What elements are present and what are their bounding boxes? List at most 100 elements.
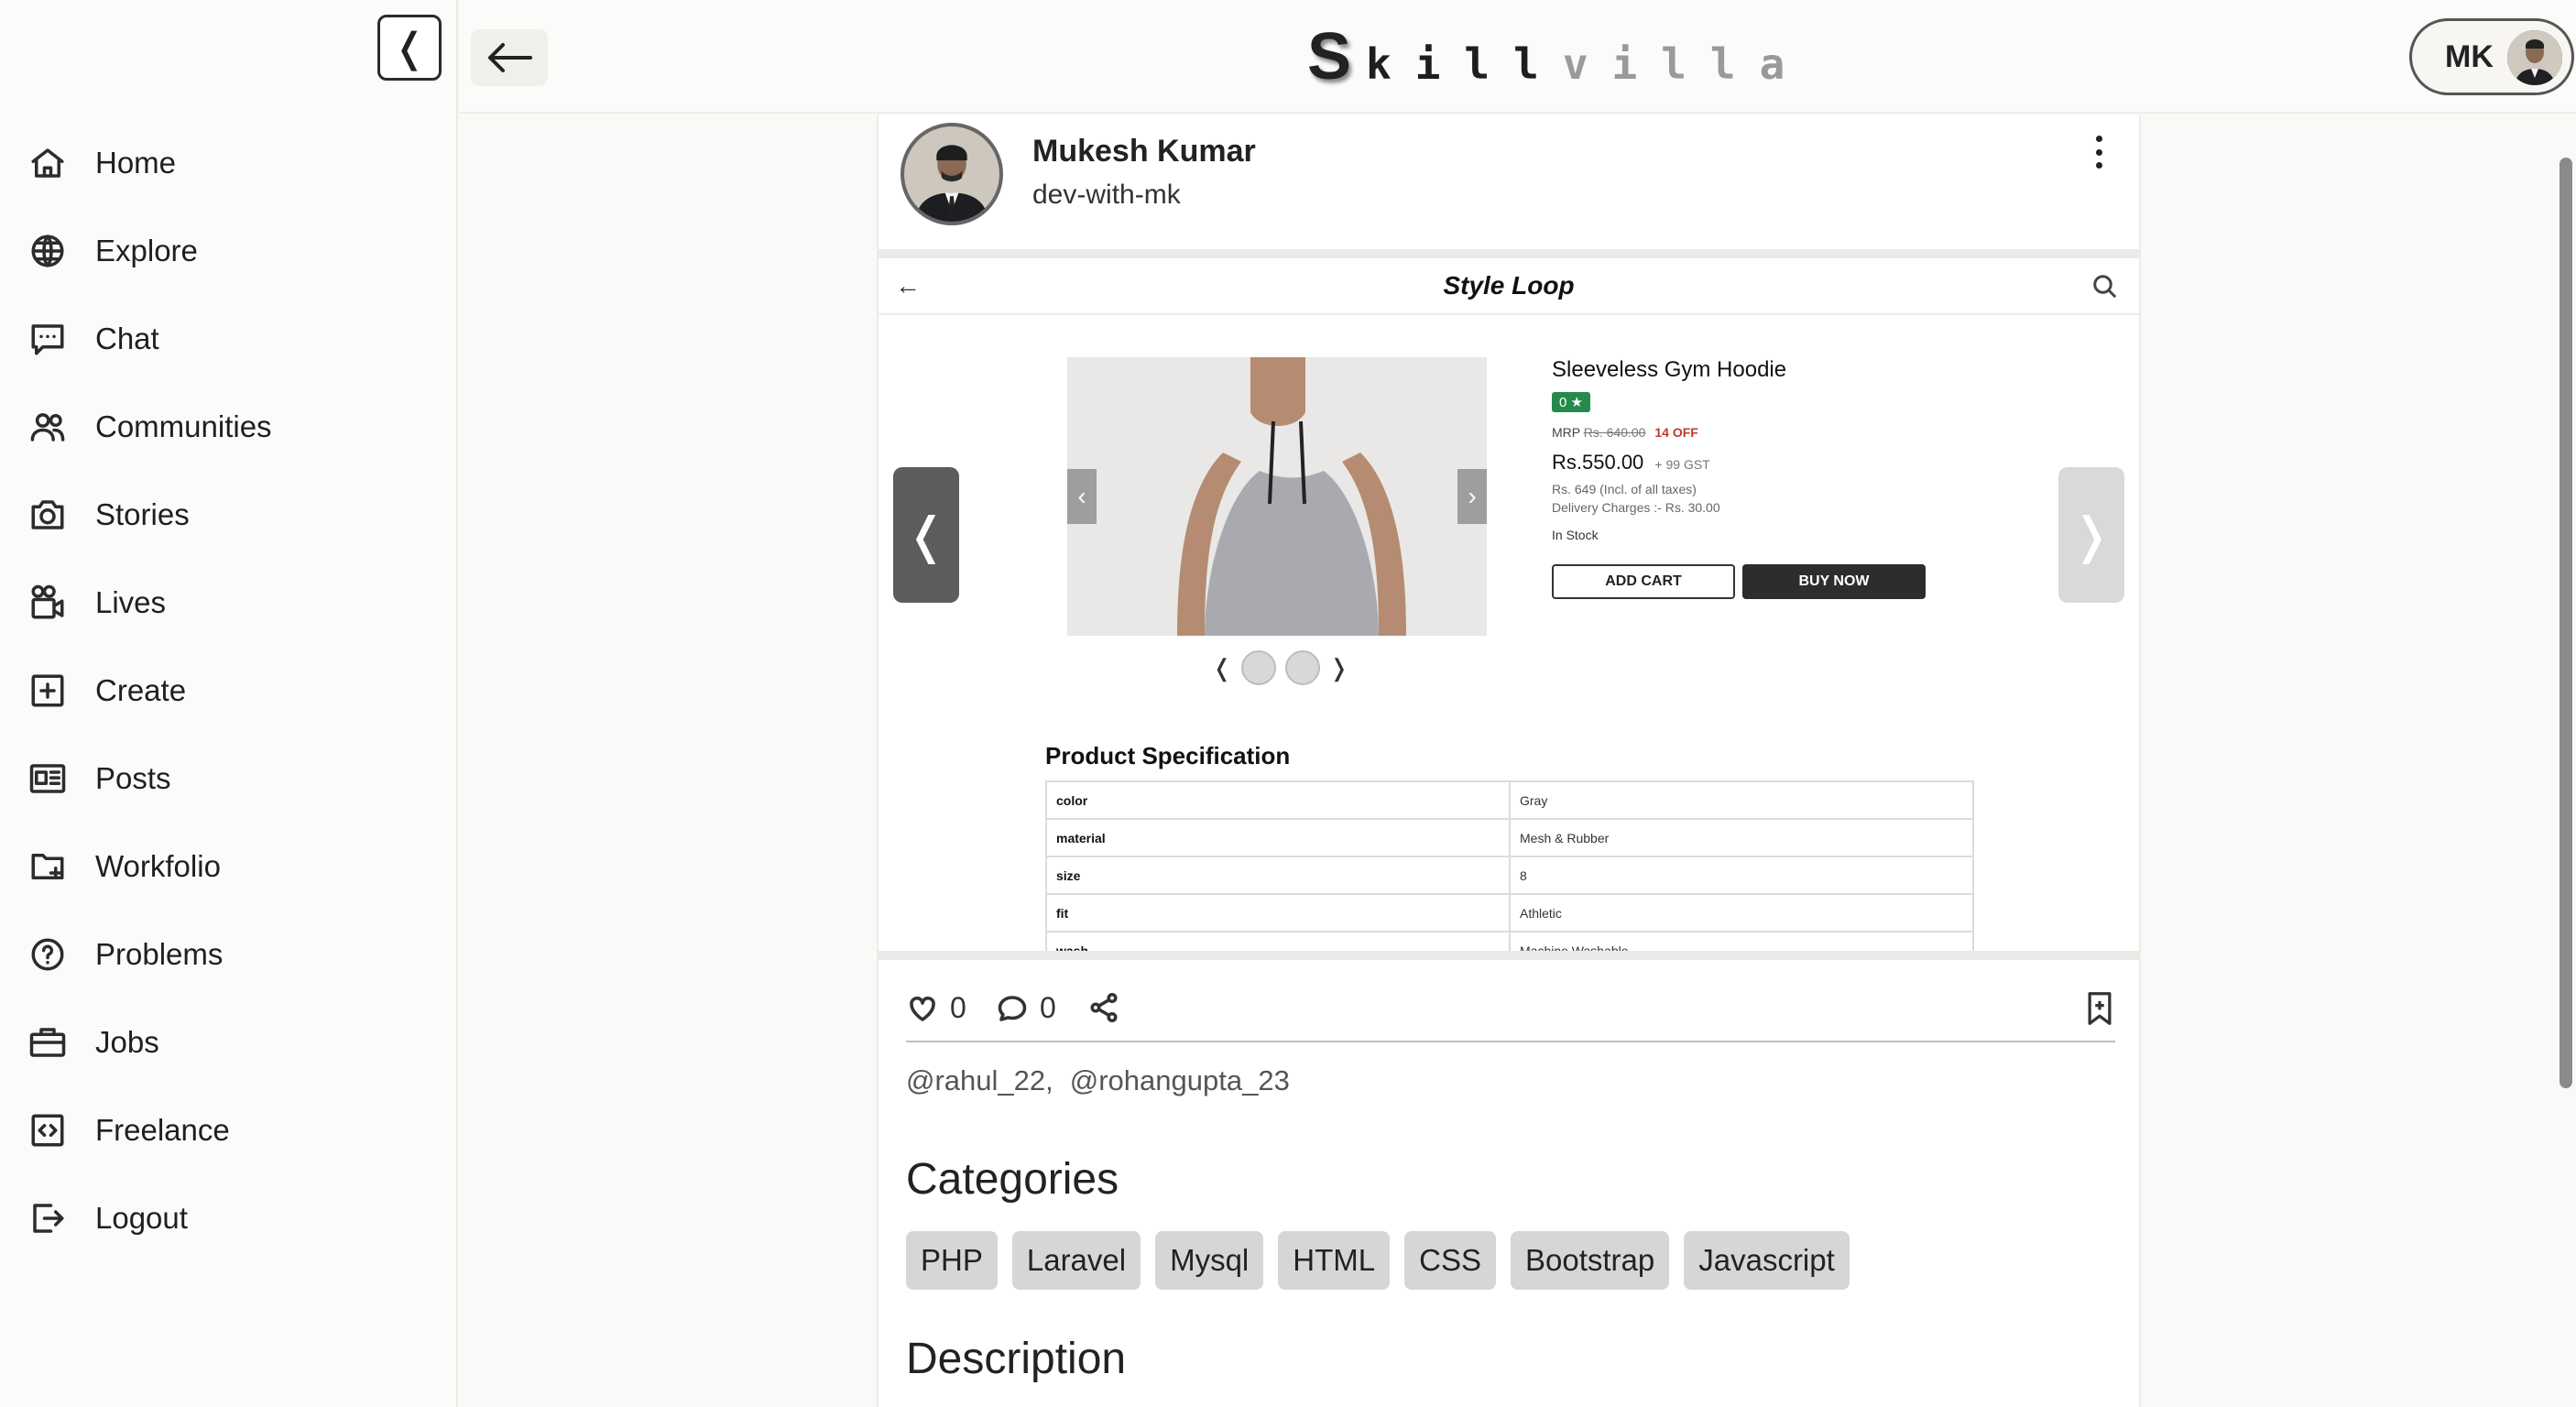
sidebar-item-workfolio[interactable]: Workfolio bbox=[27, 823, 272, 911]
spec-value: Machine Washable bbox=[1509, 931, 1974, 951]
sidebar-item-freelance[interactable]: Freelance bbox=[27, 1086, 272, 1174]
post-card: Mukesh Kumar dev-with-mk ← Style Loop ❬ … bbox=[877, 115, 2141, 1407]
mrp-line: MRP Rs. 640.00 14 OFF bbox=[1552, 425, 1955, 440]
spec-value: 8 bbox=[1509, 856, 1974, 895]
sidebar-item-label: Workfolio bbox=[95, 849, 221, 883]
category-tag[interactable]: CSS bbox=[1404, 1231, 1496, 1290]
globe-icon bbox=[27, 231, 68, 271]
sidebar-item-create[interactable]: Create bbox=[27, 647, 272, 735]
category-tag[interactable]: HTML bbox=[1278, 1231, 1391, 1290]
sidebar-item-logout[interactable]: Logout bbox=[27, 1174, 272, 1262]
like-count: 0 bbox=[950, 991, 966, 1024]
chat-icon bbox=[27, 319, 68, 359]
gst-label: + 99 GST bbox=[1654, 457, 1710, 472]
post-preview: ← Style Loop ❬ ❭ ‹ › ❬ ❭ Sleeveless Gym … bbox=[879, 249, 2139, 960]
category-tag[interactable]: Bootstrap bbox=[1510, 1231, 1670, 1290]
price-line: Rs.550.00 + 99 GST bbox=[1552, 451, 1955, 474]
carousel-prev-button[interactable]: ❬ bbox=[893, 467, 959, 603]
top-bar: S killvilla MK bbox=[460, 0, 2576, 114]
category-tag[interactable]: PHP bbox=[906, 1231, 998, 1290]
spec-key: fit bbox=[1045, 893, 1511, 933]
product-thumbnail[interactable] bbox=[1240, 650, 1276, 685]
sidebar-item-label: Lives bbox=[95, 585, 167, 619]
categories-title: Categories bbox=[906, 1155, 1119, 1204]
spec-key: color bbox=[1045, 780, 1511, 820]
thumb-prev-icon[interactable]: ❬ bbox=[1212, 654, 1232, 682]
logo-letter: S bbox=[1307, 20, 1352, 93]
author-name[interactable]: Mukesh Kumar bbox=[1032, 134, 1256, 169]
sidebar-item-posts[interactable]: Posts bbox=[27, 735, 272, 823]
category-tags: PHP Laravel Mysql HTML CSS Bootstrap Jav… bbox=[906, 1231, 1850, 1290]
bookmark-button[interactable] bbox=[2084, 991, 2115, 1031]
sidebar-item-lives[interactable]: Lives bbox=[27, 559, 272, 647]
add-cart-button[interactable]: ADD CART bbox=[1552, 564, 1735, 599]
mention-link[interactable]: @rahul_22, bbox=[906, 1064, 1053, 1096]
comment-count: 0 bbox=[1040, 991, 1056, 1024]
more-options-icon[interactable] bbox=[2088, 136, 2110, 169]
profile-menu-button[interactable]: MK bbox=[2409, 18, 2574, 95]
carousel-next-button[interactable]: ❭ bbox=[2058, 467, 2124, 603]
product-info: Sleeveless Gym Hoodie 0 ★ MRP Rs. 640.00… bbox=[1552, 357, 1955, 599]
sidebar-nav: Home Explore Chat Communities Stories Li… bbox=[27, 119, 272, 1262]
author-avatar[interactable] bbox=[901, 123, 1003, 225]
image-prev-arrow[interactable]: ‹ bbox=[1067, 469, 1097, 524]
spec-value: Athletic bbox=[1509, 893, 1974, 933]
sidebar-item-label: Communities bbox=[95, 409, 272, 443]
sidebar-item-stories[interactable]: Stories bbox=[27, 471, 272, 559]
page-scrollbar[interactable] bbox=[2560, 158, 2572, 1088]
sidebar-item-label: Freelance bbox=[95, 1113, 230, 1147]
folder-plus-icon bbox=[27, 846, 68, 887]
spec-key: size bbox=[1045, 856, 1511, 895]
shop-header: ← Style Loop bbox=[879, 258, 2139, 315]
table-row: size 8 bbox=[1045, 856, 1974, 895]
comment-icon bbox=[998, 995, 1027, 1021]
category-tag[interactable]: Laravel bbox=[1011, 1231, 1141, 1290]
mention-link[interactable]: @rohangupta_23 bbox=[1070, 1064, 1290, 1096]
price-value: Rs.550.00 bbox=[1552, 451, 1644, 474]
sidebar-item-label: Create bbox=[95, 673, 187, 707]
product-image: ‹ › bbox=[1067, 357, 1487, 636]
share-icon bbox=[1090, 992, 1118, 1023]
sidebar-item-explore[interactable]: Explore bbox=[27, 207, 272, 295]
sidebar-item-jobs[interactable]: Jobs bbox=[27, 998, 272, 1086]
logout-icon bbox=[27, 1198, 68, 1238]
stock-status: In Stock bbox=[1552, 528, 1599, 542]
sidebar-item-label: Home bbox=[95, 146, 177, 180]
like-button[interactable]: 0 bbox=[906, 991, 966, 1025]
incl-taxes: Rs. 649 (Incl. of all taxes) bbox=[1552, 482, 1697, 496]
logo-light-part: villa bbox=[1562, 39, 1809, 89]
sidebar-collapse-button[interactable]: ❬ bbox=[377, 15, 442, 81]
sidebar-item-chat[interactable]: Chat bbox=[27, 295, 272, 383]
sidebar-item-problems[interactable]: Problems bbox=[27, 911, 272, 998]
shop-title: Style Loop bbox=[1443, 271, 1575, 300]
mrp-value: Rs. 640.00 bbox=[1583, 425, 1646, 440]
table-row: material Mesh & Rubber bbox=[1045, 818, 1974, 857]
search-icon bbox=[2091, 273, 2119, 305]
briefcase-icon bbox=[27, 1022, 68, 1063]
sidebar-item-label: Jobs bbox=[95, 1025, 159, 1059]
sidebar-item-communities[interactable]: Communities bbox=[27, 383, 272, 471]
spec-key: material bbox=[1045, 818, 1511, 857]
category-tag[interactable]: Javascript bbox=[1684, 1231, 1850, 1290]
back-button[interactable] bbox=[471, 29, 548, 86]
buy-now-button[interactable]: BUY NOW bbox=[1742, 564, 1926, 599]
share-button[interactable] bbox=[1087, 991, 1131, 1024]
thumb-next-icon[interactable]: ❭ bbox=[1329, 654, 1349, 682]
sidebar-item-label: Explore bbox=[95, 234, 198, 267]
comment-button[interactable]: 0 bbox=[996, 991, 1056, 1025]
spec-value: Gray bbox=[1509, 780, 1974, 820]
mrp-label: MRP bbox=[1552, 425, 1580, 440]
spec-value: Mesh & Rubber bbox=[1509, 818, 1974, 857]
sidebar-item-home[interactable]: Home bbox=[27, 119, 272, 207]
profile-initials: MK bbox=[2445, 38, 2494, 74]
product-thumbnail[interactable] bbox=[1284, 650, 1320, 685]
code-icon bbox=[27, 1110, 68, 1151]
skillvilla-logo[interactable]: S killvilla bbox=[1307, 24, 1808, 90]
product-buttons: ADD CART BUY NOW bbox=[1552, 564, 1955, 599]
sidebar-item-label: Problems bbox=[95, 937, 224, 971]
product-name: Sleeveless Gym Hoodie bbox=[1552, 357, 1787, 382]
thumbnail-strip: ❬ ❭ bbox=[1212, 650, 1349, 685]
image-next-arrow[interactable]: › bbox=[1457, 469, 1487, 524]
home-icon bbox=[27, 143, 68, 183]
category-tag[interactable]: Mysql bbox=[1155, 1231, 1264, 1290]
